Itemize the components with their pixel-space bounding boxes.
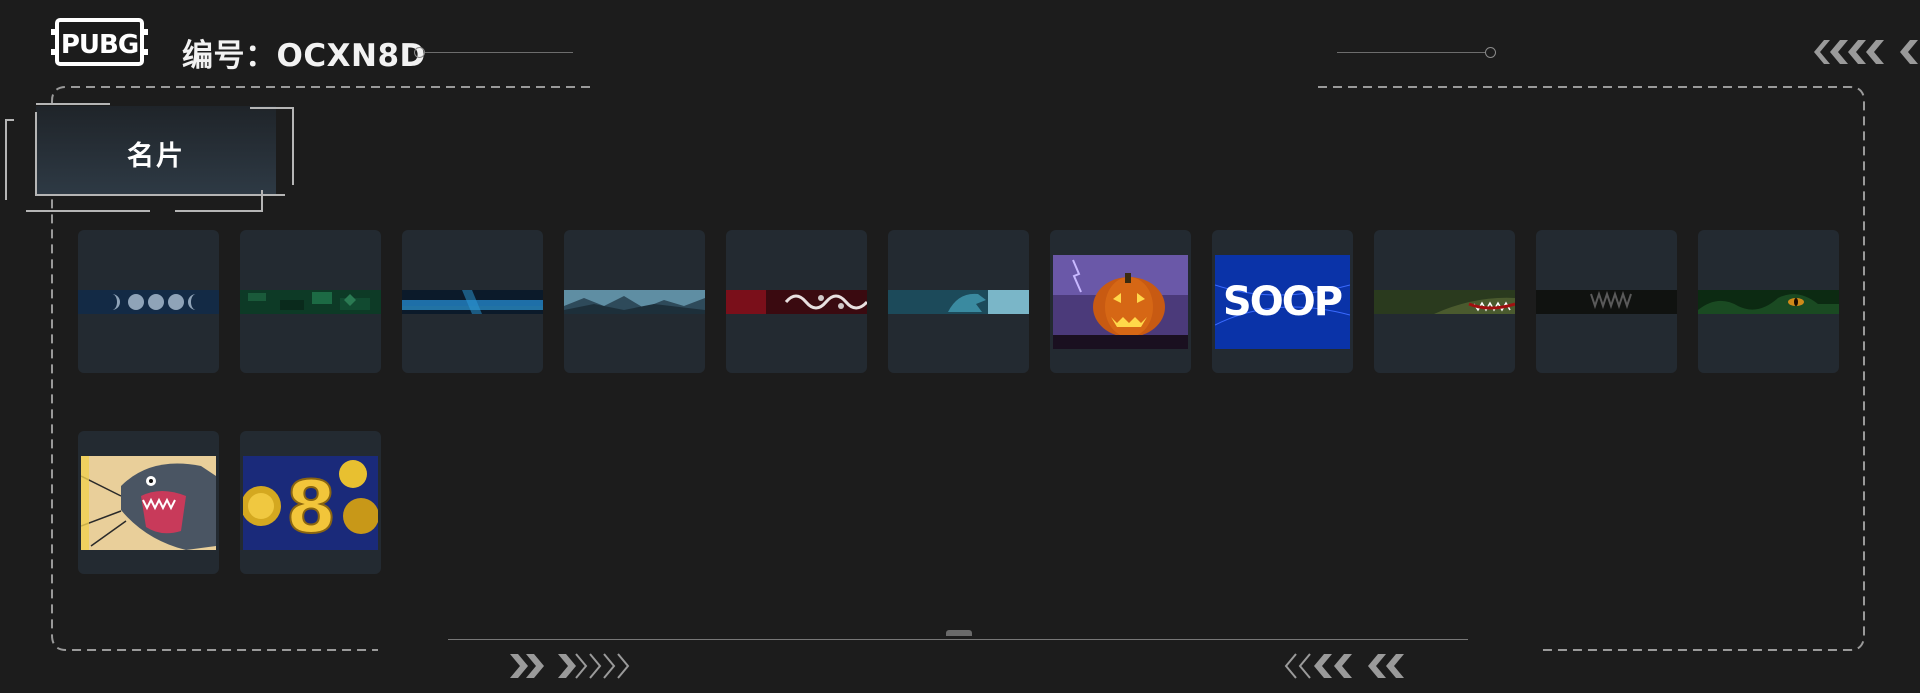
chevrons-bottom-right <box>1284 653 1404 679</box>
gold-8-text: 8 <box>286 465 336 549</box>
mountain-banner <box>564 290 705 314</box>
deco-dot-left <box>414 47 425 58</box>
moon-phases-banner <box>78 290 219 314</box>
dark-teeth-banner <box>1536 290 1677 314</box>
card-green-camo[interactable] <box>240 230 381 373</box>
jungle-eye-banner <box>1698 290 1839 314</box>
chevrons-top-right <box>1814 40 1918 64</box>
card-halloween-pumpkin[interactable] <box>1050 230 1191 373</box>
card-soop[interactable]: SOOP <box>1212 230 1353 373</box>
card-red-dragon[interactable] <box>726 230 867 373</box>
card-shark-mouth[interactable] <box>1374 230 1515 373</box>
scroll-up-handle[interactable] <box>946 630 972 636</box>
halloween-pumpkin-image <box>1053 255 1188 349</box>
tab-business-card[interactable]: 名片 <box>0 100 300 215</box>
deco-line-right <box>1337 52 1485 53</box>
panther-image <box>81 456 216 550</box>
pubg-logo: PUBG <box>51 18 148 66</box>
deco-dot-right <box>1485 47 1496 58</box>
card-mountain[interactable] <box>564 230 705 373</box>
shark-mouth-banner <box>1374 290 1515 314</box>
teal-wolf-banner <box>888 290 1029 314</box>
chevrons-bottom-left <box>510 653 630 679</box>
bottom-divider <box>448 639 1468 640</box>
red-dragon-banner <box>726 290 867 314</box>
player-id-label: 编号：OCXN8D <box>182 38 426 74</box>
screen: PUBG 编号：OCXN8D 名片 SOOP 8 <box>0 0 1920 693</box>
card-teal-wolf[interactable] <box>888 230 1029 373</box>
card-panther[interactable] <box>78 431 219 574</box>
card-blue-stripe[interactable] <box>402 230 543 373</box>
tab-label: 名片 <box>127 141 185 172</box>
card-dark-teeth[interactable] <box>1536 230 1677 373</box>
card-jungle-eye[interactable] <box>1698 230 1839 373</box>
soop-text: SOOP <box>1223 279 1342 325</box>
green-camo-banner <box>240 290 381 314</box>
card-gold-8[interactable]: 8 <box>240 431 381 574</box>
deco-line-left <box>425 52 573 53</box>
card-moon-phases[interactable] <box>78 230 219 373</box>
soop-image: SOOP <box>1215 255 1350 349</box>
gold-8-image: 8 <box>243 456 378 550</box>
logo-text: PUBG <box>61 30 138 60</box>
blue-stripe-banner <box>402 290 543 314</box>
